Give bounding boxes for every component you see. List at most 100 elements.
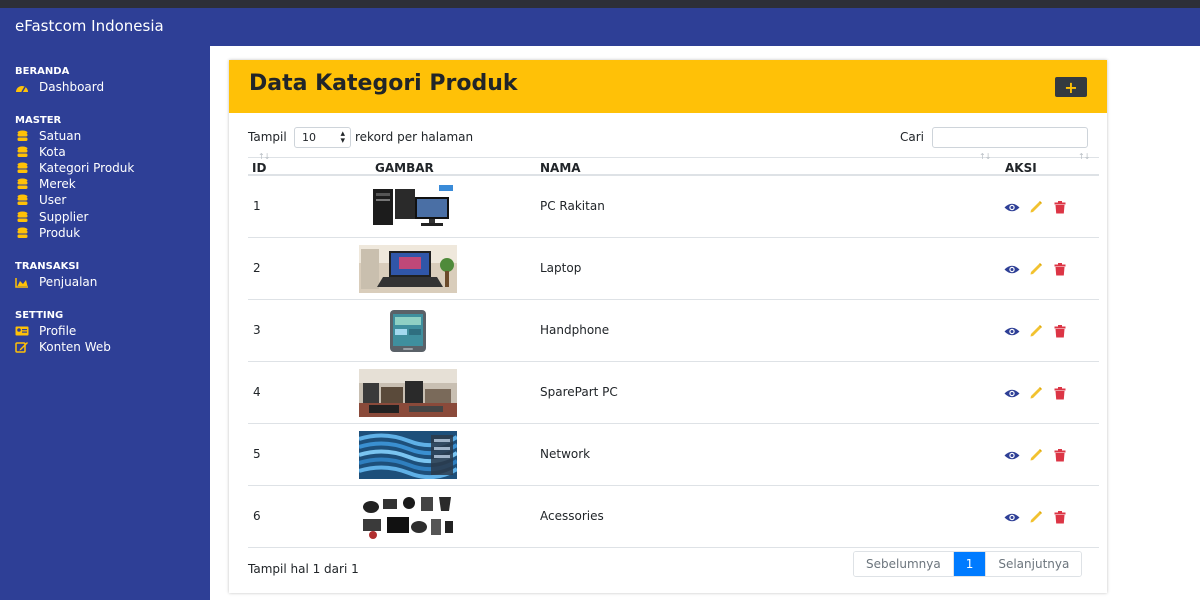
page-title: Data Kategori Produk <box>249 71 518 96</box>
trash-icon <box>1054 448 1066 461</box>
sidebar-item-profile[interactable]: Profile <box>15 323 76 339</box>
sidebar-item-label: Konten Web <box>39 340 111 354</box>
row-actions <box>1004 386 1068 400</box>
page-length-value: 10 <box>302 131 316 144</box>
trash-icon <box>1054 200 1066 213</box>
edit-icon <box>15 341 29 353</box>
tachometer-icon <box>15 81 29 93</box>
prev-page-button[interactable]: Sebelumnya <box>854 552 954 576</box>
row-id: 3 <box>253 323 261 337</box>
sidebar-section-setting: SETTING <box>15 310 64 321</box>
sidebar-section-beranda: BERANDA <box>15 66 70 77</box>
card-header: Data Kategori Produk + <box>229 60 1107 113</box>
delete-button[interactable] <box>1052 262 1068 276</box>
table-row: 3 Handphone <box>248 300 1099 362</box>
id-card-icon <box>15 325 29 337</box>
eye-icon <box>1004 265 1020 273</box>
sidebar-item-user[interactable]: User <box>15 192 66 208</box>
edit-button[interactable] <box>1028 324 1044 338</box>
search-label: Cari <box>900 130 924 144</box>
sort-icon: ↑↓ <box>1078 152 1090 161</box>
view-button[interactable] <box>1004 510 1020 524</box>
page-1-button[interactable]: 1 <box>953 552 987 576</box>
pencil-icon <box>1030 387 1042 399</box>
table-info: Tampil hal 1 dari 1 <box>248 562 359 576</box>
desktop-pc-thumbnail <box>359 183 457 231</box>
sidebar-item-supplier[interactable]: Supplier <box>15 209 88 225</box>
column-header-gambar: GAMBAR <box>375 161 434 175</box>
sidebar-item-kategori-produk[interactable]: Kategori Produk <box>15 160 134 176</box>
edit-button[interactable] <box>1028 510 1044 524</box>
brand-title[interactable]: eFastcom Indonesia <box>15 17 164 35</box>
eye-icon <box>1004 389 1020 397</box>
row-nama: Acessories <box>540 509 604 523</box>
sidebar-item-produk[interactable]: Produk <box>15 225 80 241</box>
view-button[interactable] <box>1004 262 1020 276</box>
row-actions <box>1004 448 1068 462</box>
table-row: 1 PC Rakitan <box>248 176 1099 238</box>
accessories-thumbnail <box>359 493 457 541</box>
sidebar-item-satuan[interactable]: Satuan <box>15 128 81 144</box>
page-length-prefix: Tampil <box>248 130 287 144</box>
edit-button[interactable] <box>1028 200 1044 214</box>
sidebar-item-label: Penjualan <box>39 275 98 289</box>
sort-icon: ↑↓ <box>979 152 991 161</box>
row-nama: Handphone <box>540 323 610 337</box>
row-actions <box>1004 200 1068 214</box>
database-icon <box>15 211 29 223</box>
sidebar-section-transaksi: TRANSAKSI <box>15 261 80 272</box>
view-button[interactable] <box>1004 200 1020 214</box>
laptop-thumbnail <box>359 245 457 293</box>
row-nama: Network <box>540 447 591 461</box>
search-input[interactable] <box>932 127 1088 148</box>
top-navbar: eFastcom Indonesia <box>0 8 1200 46</box>
delete-button[interactable] <box>1052 200 1068 214</box>
row-id: 6 <box>253 509 261 523</box>
page-length-select[interactable]: 10 ▴ ▾ <box>294 127 351 148</box>
category-card: Data Kategori Produk + Tampil 10 ▴ ▾ reko… <box>229 60 1107 593</box>
database-icon <box>15 178 29 190</box>
eye-icon <box>1004 203 1020 211</box>
sidebar: BERANDA Dashboard MASTER Satuan Kota Kat… <box>0 46 210 600</box>
delete-button[interactable] <box>1052 510 1068 524</box>
select-arrows-icon: ▴ ▾ <box>340 129 345 146</box>
delete-button[interactable] <box>1052 386 1068 400</box>
view-button[interactable] <box>1004 448 1020 462</box>
delete-button[interactable] <box>1052 448 1068 462</box>
pencil-icon <box>1030 201 1042 213</box>
spare-parts-thumbnail <box>359 369 457 417</box>
sidebar-item-konten-web[interactable]: Konten Web <box>15 339 111 355</box>
row-id: 1 <box>253 199 261 213</box>
edit-button[interactable] <box>1028 386 1044 400</box>
sidebar-item-dashboard[interactable]: Dashboard <box>15 79 104 95</box>
add-category-button[interactable]: + <box>1055 77 1087 97</box>
table-row: 2 Laptop <box>248 238 1099 300</box>
next-page-button[interactable]: Selanjutnya <box>986 552 1082 576</box>
smartphone-thumbnail <box>359 307 457 355</box>
trash-icon <box>1054 510 1066 523</box>
column-header-aksi: AKSI <box>1005 161 1037 175</box>
pagination: Sebelumnya 1 Selanjutnya <box>853 551 1083 577</box>
view-button[interactable] <box>1004 324 1020 338</box>
sidebar-item-penjualan[interactable]: Penjualan <box>15 274 97 290</box>
view-button[interactable] <box>1004 386 1020 400</box>
row-actions <box>1004 510 1068 524</box>
table-row: 5 Network <box>248 424 1099 486</box>
sidebar-item-label: Produk <box>39 226 81 240</box>
pencil-icon <box>1030 449 1042 461</box>
column-header-nama[interactable]: NAMA <box>540 161 581 175</box>
sidebar-item-label: Dashboard <box>39 80 105 94</box>
delete-button[interactable] <box>1052 324 1068 338</box>
row-actions <box>1004 262 1068 276</box>
edit-button[interactable] <box>1028 262 1044 276</box>
pencil-icon <box>1030 325 1042 337</box>
sidebar-item-label: Kategori Produk <box>39 161 135 175</box>
sidebar-item-merek[interactable]: Merek <box>15 176 76 192</box>
sidebar-item-kota[interactable]: Kota <box>15 144 66 160</box>
database-icon <box>15 227 29 239</box>
column-header-id[interactable]: ID <box>252 161 266 175</box>
table-header: ID ↑↓ GAMBAR NAMA ↑↓ AKSI ↑↓ <box>248 152 1099 176</box>
edit-button[interactable] <box>1028 448 1044 462</box>
table-row: 6 Acessories <box>248 486 1099 548</box>
network-cables-thumbnail <box>359 431 457 479</box>
